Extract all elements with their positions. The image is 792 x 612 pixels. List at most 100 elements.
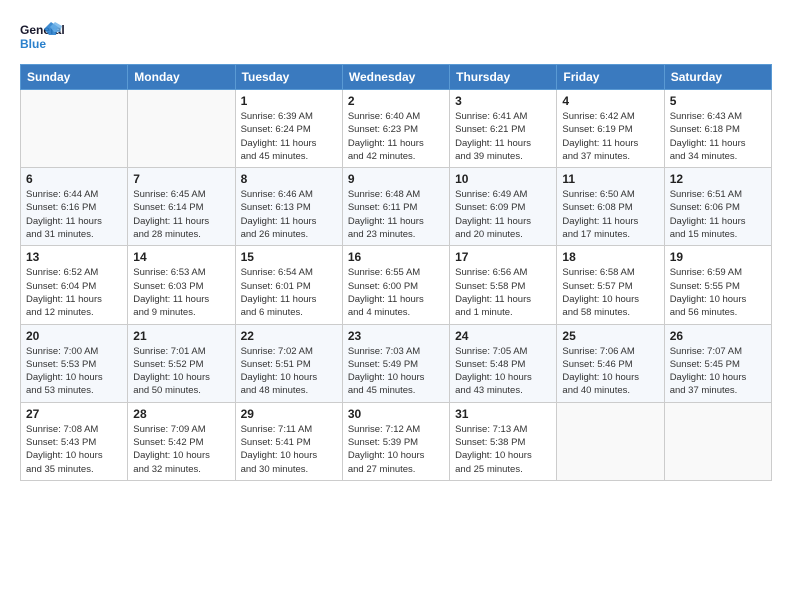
day-number: 20 [26, 329, 122, 343]
day-info: Sunrise: 6:51 AM Sunset: 6:06 PM Dayligh… [670, 188, 766, 241]
calendar-cell: 13 Sunrise: 6:52 AM Sunset: 6:04 PM Dayli… [21, 246, 128, 324]
day-info: Sunrise: 7:05 AM Sunset: 5:48 PM Dayligh… [455, 345, 551, 398]
day-number: 1 [241, 94, 337, 108]
calendar-cell: 5 Sunrise: 6:43 AM Sunset: 6:18 PM Daylig… [664, 90, 771, 168]
day-info: Sunrise: 7:11 AM Sunset: 5:41 PM Dayligh… [241, 423, 337, 476]
day-number: 2 [348, 94, 444, 108]
calendar-week-row: 27 Sunrise: 7:08 AM Sunset: 5:43 PM Dayli… [21, 402, 772, 480]
logo: General Blue [20, 20, 64, 58]
calendar-cell: 20 Sunrise: 7:00 AM Sunset: 5:53 PM Dayli… [21, 324, 128, 402]
day-info: Sunrise: 6:55 AM Sunset: 6:00 PM Dayligh… [348, 266, 444, 319]
day-info: Sunrise: 6:42 AM Sunset: 6:19 PM Dayligh… [562, 110, 658, 163]
day-number: 14 [133, 250, 229, 264]
day-number: 22 [241, 329, 337, 343]
day-number: 27 [26, 407, 122, 421]
day-number: 3 [455, 94, 551, 108]
day-info: Sunrise: 6:52 AM Sunset: 6:04 PM Dayligh… [26, 266, 122, 319]
calendar-cell: 8 Sunrise: 6:46 AM Sunset: 6:13 PM Daylig… [235, 168, 342, 246]
day-info: Sunrise: 7:09 AM Sunset: 5:42 PM Dayligh… [133, 423, 229, 476]
calendar-cell: 24Sunrise: 7:05 AM Sunset: 5:48 PM Dayli… [450, 324, 557, 402]
day-info: Sunrise: 6:39 AM Sunset: 6:24 PM Dayligh… [241, 110, 337, 163]
day-number: 19 [670, 250, 766, 264]
header: General Blue [20, 16, 772, 58]
day-number: 21 [133, 329, 229, 343]
calendar-cell: 21Sunrise: 7:01 AM Sunset: 5:52 PM Dayli… [128, 324, 235, 402]
day-number: 5 [670, 94, 766, 108]
calendar-cell: 19 Sunrise: 6:59 AM Sunset: 5:55 PM Dayli… [664, 246, 771, 324]
weekday-header: Friday [557, 65, 664, 90]
calendar-week-row: 1 Sunrise: 6:39 AM Sunset: 6:24 PM Daylig… [21, 90, 772, 168]
day-number: 29 [241, 407, 337, 421]
day-number: 23 [348, 329, 444, 343]
page: General Blue SundayMondayTuesdayWednesda… [0, 0, 792, 491]
day-number: 13 [26, 250, 122, 264]
calendar-cell: 31Sunrise: 7:13 AM Sunset: 5:38 PM Dayli… [450, 402, 557, 480]
calendar-cell: 25 Sunrise: 7:06 AM Sunset: 5:46 PM Dayli… [557, 324, 664, 402]
day-number: 16 [348, 250, 444, 264]
calendar-cell: 12 Sunrise: 6:51 AM Sunset: 6:06 PM Dayli… [664, 168, 771, 246]
calendar-cell [21, 90, 128, 168]
calendar-week-row: 13 Sunrise: 6:52 AM Sunset: 6:04 PM Dayli… [21, 246, 772, 324]
calendar-cell: 14Sunrise: 6:53 AM Sunset: 6:03 PM Dayli… [128, 246, 235, 324]
day-info: Sunrise: 6:41 AM Sunset: 6:21 PM Dayligh… [455, 110, 551, 163]
day-number: 25 [562, 329, 658, 343]
day-info: Sunrise: 7:03 AM Sunset: 5:49 PM Dayligh… [348, 345, 444, 398]
calendar-cell: 17 Sunrise: 6:56 AM Sunset: 5:58 PM Dayli… [450, 246, 557, 324]
calendar-cell [128, 90, 235, 168]
calendar-cell: 2 Sunrise: 6:40 AM Sunset: 6:23 PM Daylig… [342, 90, 449, 168]
day-info: Sunrise: 6:49 AM Sunset: 6:09 PM Dayligh… [455, 188, 551, 241]
calendar-header-row: SundayMondayTuesdayWednesdayThursdayFrid… [21, 65, 772, 90]
day-info: Sunrise: 6:48 AM Sunset: 6:11 PM Dayligh… [348, 188, 444, 241]
calendar-cell: 30Sunrise: 7:12 AM Sunset: 5:39 PM Dayli… [342, 402, 449, 480]
calendar-cell: 29 Sunrise: 7:11 AM Sunset: 5:41 PM Dayli… [235, 402, 342, 480]
weekday-header: Tuesday [235, 65, 342, 90]
day-info: Sunrise: 7:07 AM Sunset: 5:45 PM Dayligh… [670, 345, 766, 398]
calendar-table: SundayMondayTuesdayWednesdayThursdayFrid… [20, 64, 772, 481]
calendar-cell: 11 Sunrise: 6:50 AM Sunset: 6:08 PM Dayli… [557, 168, 664, 246]
calendar-cell: 6 Sunrise: 6:44 AM Sunset: 6:16 PM Daylig… [21, 168, 128, 246]
day-info: Sunrise: 7:12 AM Sunset: 5:39 PM Dayligh… [348, 423, 444, 476]
calendar-cell: 16 Sunrise: 6:55 AM Sunset: 6:00 PM Dayli… [342, 246, 449, 324]
day-number: 18 [562, 250, 658, 264]
calendar-cell: 18 Sunrise: 6:58 AM Sunset: 5:57 PM Dayli… [557, 246, 664, 324]
calendar-cell: 27 Sunrise: 7:08 AM Sunset: 5:43 PM Dayli… [21, 402, 128, 480]
day-info: Sunrise: 6:54 AM Sunset: 6:01 PM Dayligh… [241, 266, 337, 319]
calendar-cell: 1 Sunrise: 6:39 AM Sunset: 6:24 PM Daylig… [235, 90, 342, 168]
calendar-cell: 7 Sunrise: 6:45 AM Sunset: 6:14 PM Daylig… [128, 168, 235, 246]
day-number: 26 [670, 329, 766, 343]
day-info: Sunrise: 6:43 AM Sunset: 6:18 PM Dayligh… [670, 110, 766, 163]
calendar-cell: 15Sunrise: 6:54 AM Sunset: 6:01 PM Dayli… [235, 246, 342, 324]
weekday-header: Saturday [664, 65, 771, 90]
calendar-cell: 28Sunrise: 7:09 AM Sunset: 5:42 PM Dayli… [128, 402, 235, 480]
day-info: Sunrise: 7:00 AM Sunset: 5:53 PM Dayligh… [26, 345, 122, 398]
weekday-header: Thursday [450, 65, 557, 90]
calendar-cell: 23 Sunrise: 7:03 AM Sunset: 5:49 PM Dayli… [342, 324, 449, 402]
day-info: Sunrise: 6:45 AM Sunset: 6:14 PM Dayligh… [133, 188, 229, 241]
day-info: Sunrise: 7:02 AM Sunset: 5:51 PM Dayligh… [241, 345, 337, 398]
day-number: 9 [348, 172, 444, 186]
weekday-header: Sunday [21, 65, 128, 90]
calendar-cell: 4Sunrise: 6:42 AM Sunset: 6:19 PM Daylig… [557, 90, 664, 168]
day-info: Sunrise: 6:59 AM Sunset: 5:55 PM Dayligh… [670, 266, 766, 319]
svg-text:Blue: Blue [20, 37, 46, 51]
weekday-header: Monday [128, 65, 235, 90]
day-info: Sunrise: 6:46 AM Sunset: 6:13 PM Dayligh… [241, 188, 337, 241]
day-number: 10 [455, 172, 551, 186]
day-number: 7 [133, 172, 229, 186]
day-number: 31 [455, 407, 551, 421]
day-info: Sunrise: 7:08 AM Sunset: 5:43 PM Dayligh… [26, 423, 122, 476]
calendar-cell: 10 Sunrise: 6:49 AM Sunset: 6:09 PM Dayli… [450, 168, 557, 246]
day-info: Sunrise: 6:50 AM Sunset: 6:08 PM Dayligh… [562, 188, 658, 241]
day-info: Sunrise: 6:44 AM Sunset: 6:16 PM Dayligh… [26, 188, 122, 241]
calendar-week-row: 20 Sunrise: 7:00 AM Sunset: 5:53 PM Dayli… [21, 324, 772, 402]
day-info: Sunrise: 6:58 AM Sunset: 5:57 PM Dayligh… [562, 266, 658, 319]
day-number: 12 [670, 172, 766, 186]
day-number: 8 [241, 172, 337, 186]
day-info: Sunrise: 6:40 AM Sunset: 6:23 PM Dayligh… [348, 110, 444, 163]
day-number: 11 [562, 172, 658, 186]
calendar-cell [664, 402, 771, 480]
day-info: Sunrise: 6:56 AM Sunset: 5:58 PM Dayligh… [455, 266, 551, 319]
day-number: 17 [455, 250, 551, 264]
day-info: Sunrise: 7:06 AM Sunset: 5:46 PM Dayligh… [562, 345, 658, 398]
day-number: 6 [26, 172, 122, 186]
